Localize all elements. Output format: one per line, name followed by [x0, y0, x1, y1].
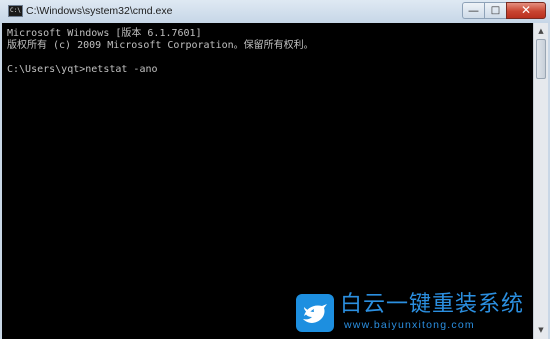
- watermark-title: 白云一键重装系统: [340, 292, 525, 317]
- watermark: 白云一键重装系统 www.baiyunxitong.com: [296, 290, 546, 336]
- close-button[interactable]: ✕: [506, 2, 546, 19]
- console-line-command: C:\Users\yqt>netstat -ano: [7, 64, 158, 75]
- close-icon: ✕: [520, 3, 532, 17]
- title-bar[interactable]: C:\ C:\Windows\system32\cmd.exe — □ ✕: [0, 0, 550, 23]
- maximize-button[interactable]: □: [484, 2, 506, 19]
- minimize-button[interactable]: —: [462, 2, 484, 19]
- cmd-icon[interactable]: C:\: [8, 5, 23, 17]
- cmd-icon-prompt: C:\: [10, 7, 21, 14]
- scroll-up-icon[interactable]: ▲: [534, 24, 548, 38]
- scroll-thumb[interactable]: [536, 39, 546, 79]
- maximize-icon: □: [490, 5, 501, 16]
- console-line-version: Microsoft Windows [版本 6.1.7601]: [7, 28, 202, 39]
- bird-icon: [296, 294, 334, 332]
- cmd-window: C:\ C:\Windows\system32\cmd.exe — □ ✕ Mi…: [0, 0, 550, 339]
- minimize-icon: —: [468, 4, 479, 17]
- watermark-url: www.baiyunxitong.com: [344, 319, 475, 331]
- console-line-copyright: 版权所有 (c) 2009 Microsoft Corporation。保留所有…: [7, 40, 314, 51]
- window-title: C:\Windows\system32\cmd.exe: [26, 5, 173, 17]
